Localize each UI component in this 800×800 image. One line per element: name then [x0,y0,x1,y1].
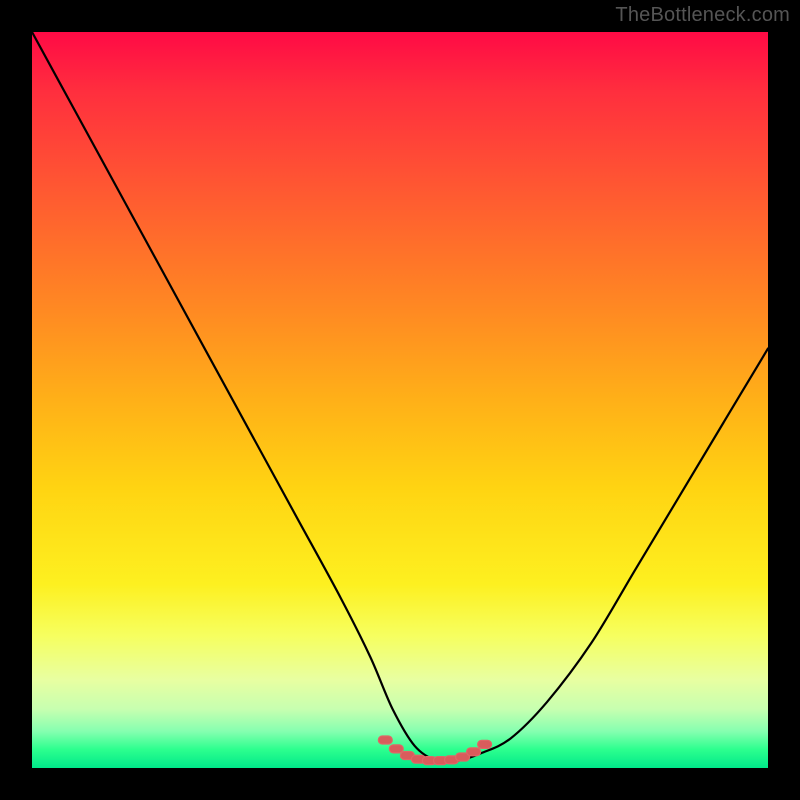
valley-highlight-markers [378,736,491,765]
bottleneck-curve-line [32,32,768,762]
valley-marker [378,736,392,744]
plot-gradient-area [32,32,768,768]
valley-marker [467,748,481,756]
chart-frame: TheBottleneck.com [0,0,800,800]
valley-marker [478,740,492,748]
watermark-text: TheBottleneck.com [615,4,790,27]
valley-marker [389,745,403,753]
curve-svg [32,32,768,768]
